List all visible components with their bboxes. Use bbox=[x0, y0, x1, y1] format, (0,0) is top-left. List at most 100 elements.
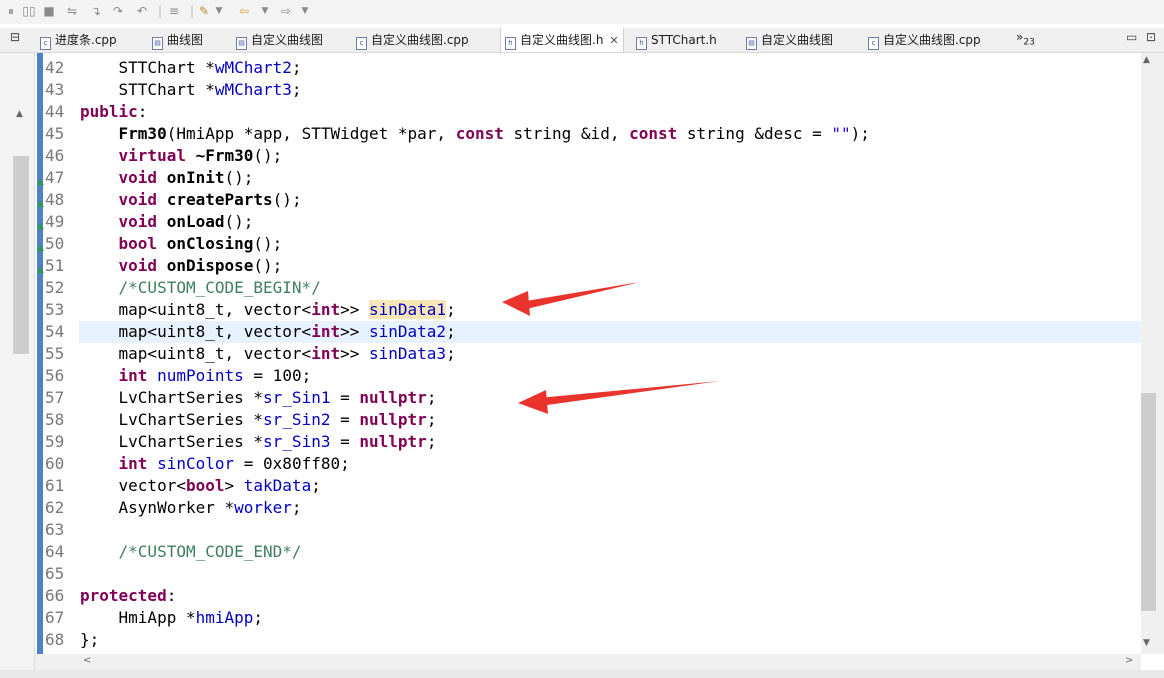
line-number: 45 bbox=[45, 124, 65, 143]
line-number: 65 bbox=[45, 564, 65, 583]
minimize-icon[interactable]: ▭ bbox=[1126, 30, 1137, 44]
scroll-up-icon[interactable]: ▲ bbox=[16, 109, 23, 119]
step-return-icon[interactable]: ↶ bbox=[134, 2, 150, 20]
tabs-overflow-button[interactable]: »23 bbox=[1016, 30, 1035, 47]
scroll-right-icon[interactable]: > bbox=[1125, 655, 1133, 666]
code-line[interactable]: HmiApp *hmiApp; bbox=[80, 607, 264, 629]
dropdown-icon[interactable]: ▼ bbox=[214, 2, 224, 20]
tab-custom-curve-chart-2[interactable]: ▤ 自定义曲线图 bbox=[746, 28, 833, 52]
line-number: 58 bbox=[45, 410, 65, 429]
scroll-down-icon[interactable]: ▼ bbox=[1143, 638, 1150, 648]
disconnect-icon[interactable]: ⇋ bbox=[64, 2, 80, 20]
toolbar: ⏸ ▯▯ ■ ⇋ ↴ ↷ ↶ | ≡ | ✎ ▼ ⇦ ▼ ⇨ ▼ bbox=[0, 0, 1164, 24]
code-line[interactable]: /*CUSTOM_CODE_BEGIN*/ bbox=[80, 277, 321, 299]
stop-icon[interactable]: ■ bbox=[42, 2, 56, 20]
code-line[interactable]: STTChart *wMChart2; bbox=[80, 57, 302, 79]
override-marker-icon[interactable]: ▲ bbox=[37, 221, 47, 231]
code-line[interactable]: protected: bbox=[80, 585, 176, 607]
line-number: 55 bbox=[45, 344, 65, 363]
line-number: 61 bbox=[45, 476, 65, 495]
code-line[interactable]: bool onClosing(); bbox=[80, 233, 283, 255]
line-number: 50 bbox=[45, 234, 65, 253]
code-line[interactable]: int numPoints = 100; bbox=[80, 365, 312, 387]
toolbar-separator: | bbox=[190, 4, 195, 18]
build-icon[interactable]: ✎ bbox=[196, 2, 212, 20]
code-line[interactable]: /*CUSTOM_CODE_END*/ bbox=[80, 541, 302, 563]
code-line[interactable]: void onDispose(); bbox=[80, 255, 283, 277]
code-line[interactable]: map<uint8_t, vector<int>> sinData3; bbox=[80, 343, 456, 365]
override-marker-icon[interactable]: ▲ bbox=[37, 265, 47, 275]
ui-file-icon: ▤ bbox=[746, 37, 757, 50]
left-panel: ▲ bbox=[0, 53, 35, 678]
code-line[interactable]: LvChartSeries *sr_Sin2 = nullptr; bbox=[80, 409, 437, 431]
code-line[interactable]: map<uint8_t, vector<int>> sinData1; bbox=[80, 299, 456, 321]
code-line[interactable]: void onInit(); bbox=[80, 167, 254, 189]
suspend-icon[interactable]: ▯▯ bbox=[22, 2, 36, 20]
left-scrollbar-thumb[interactable] bbox=[13, 156, 29, 354]
line-number: 56 bbox=[45, 366, 65, 385]
code-line[interactable]: vector<bool> takData; bbox=[80, 475, 321, 497]
line-number: 52 bbox=[45, 278, 65, 297]
horizontal-scrollbar[interactable]: < > bbox=[35, 654, 1141, 670]
line-number: 47 bbox=[45, 168, 65, 187]
dropdown-icon[interactable]: ▼ bbox=[300, 2, 310, 20]
vertical-scrollbar[interactable]: ▲ ▼ bbox=[1141, 53, 1164, 654]
line-number: 64 bbox=[45, 542, 65, 561]
scroll-left-icon[interactable]: < bbox=[83, 655, 91, 666]
line-number: 66 bbox=[45, 586, 65, 605]
line-number: 67 bbox=[45, 608, 65, 627]
line-number: 54 bbox=[45, 322, 65, 341]
line-number: 42 bbox=[45, 58, 65, 77]
code-line[interactable]: Frm30(HmiApp *app, STTWidget *par, const… bbox=[80, 123, 870, 145]
tab-label: 自定义曲线图 bbox=[761, 33, 834, 47]
line-number: 63 bbox=[45, 520, 65, 539]
override-marker-icon[interactable]: ▲ bbox=[37, 243, 47, 253]
code-line[interactable]: void createParts(); bbox=[80, 189, 302, 211]
line-number: 44 bbox=[45, 102, 65, 121]
code-line[interactable]: LvChartSeries *sr_Sin1 = nullptr; bbox=[80, 387, 437, 409]
minimize-panel-icon[interactable]: ⊟ bbox=[10, 30, 20, 44]
code-line[interactable]: void onLoad(); bbox=[80, 211, 254, 233]
tab-label: STTChart.h bbox=[651, 33, 717, 47]
tab-progress-cpp[interactable]: c 进度条.cpp bbox=[40, 28, 117, 52]
forward-icon[interactable]: ⇨ bbox=[278, 2, 294, 20]
override-marker-icon[interactable]: ▲ bbox=[37, 199, 47, 209]
line-number: 57 bbox=[45, 388, 65, 407]
line-number: 60 bbox=[45, 454, 65, 473]
scroll-up-icon[interactable]: ▲ bbox=[1143, 55, 1150, 65]
tab-custom-curve-chart-cpp-2[interactable]: c 自定义曲线图.cpp bbox=[868, 28, 981, 52]
menu-icon[interactable]: ≡ bbox=[166, 2, 182, 20]
line-number: 46 bbox=[45, 146, 65, 165]
status-bar bbox=[0, 670, 1164, 678]
c-file-icon: c bbox=[868, 37, 879, 50]
code-line[interactable]: map<uint8_t, vector<int>> sinData2; bbox=[80, 321, 456, 343]
editor-tabs: ⊟ c 进度条.cpp ▤ 曲线图 ▤ 自定义曲线图 c 自定义曲线图.cpp h 自定义… bbox=[0, 28, 1164, 53]
back-icon[interactable]: ⇦ bbox=[236, 2, 252, 20]
step-into-icon[interactable]: ↴ bbox=[88, 2, 104, 20]
tab-custom-curve-chart-h[interactable]: h 自定义曲线图.h ✕ bbox=[500, 28, 624, 52]
maximize-icon[interactable]: ⊡ bbox=[1146, 30, 1156, 44]
change-marker-strip bbox=[37, 53, 43, 654]
line-number: 62 bbox=[45, 498, 65, 517]
code-line[interactable]: int sinColor = 0x80ff80; bbox=[80, 453, 350, 475]
step-over-icon[interactable]: ↷ bbox=[110, 2, 126, 20]
tab-custom-curve-chart-cpp[interactable]: c 自定义曲线图.cpp bbox=[356, 28, 469, 52]
override-marker-icon[interactable]: ▲ bbox=[37, 177, 47, 187]
code-line[interactable]: LvChartSeries *sr_Sin3 = nullptr; bbox=[80, 431, 437, 453]
line-number: 49 bbox=[45, 212, 65, 231]
vertical-scrollbar-thumb[interactable] bbox=[1141, 393, 1156, 611]
code-line[interactable]: AsynWorker *worker; bbox=[80, 497, 302, 519]
tab-label: 自定义曲线图 bbox=[251, 33, 324, 47]
tab-label: 自定义曲线图.cpp bbox=[371, 33, 469, 47]
pause-icon[interactable]: ⏸ bbox=[4, 2, 18, 20]
tab-sttchart-h[interactable]: h STTChart.h bbox=[636, 28, 717, 52]
code-line[interactable]: virtual ~Frm30(); bbox=[80, 145, 283, 167]
tab-custom-curve-chart[interactable]: ▤ 自定义曲线图 bbox=[236, 28, 323, 52]
code-line[interactable]: STTChart *wMChart3; bbox=[80, 79, 302, 101]
code-editor[interactable]: 42 STTChart *wMChart2; 43 STTChart *wMCha… bbox=[35, 53, 1141, 654]
tab-curve-chart[interactable]: ▤ 曲线图 bbox=[152, 28, 203, 52]
code-line[interactable]: }; bbox=[80, 629, 99, 651]
close-icon[interactable]: ✕ bbox=[609, 34, 618, 47]
dropdown-icon[interactable]: ▼ bbox=[260, 2, 270, 20]
code-line[interactable]: public: bbox=[80, 101, 147, 123]
